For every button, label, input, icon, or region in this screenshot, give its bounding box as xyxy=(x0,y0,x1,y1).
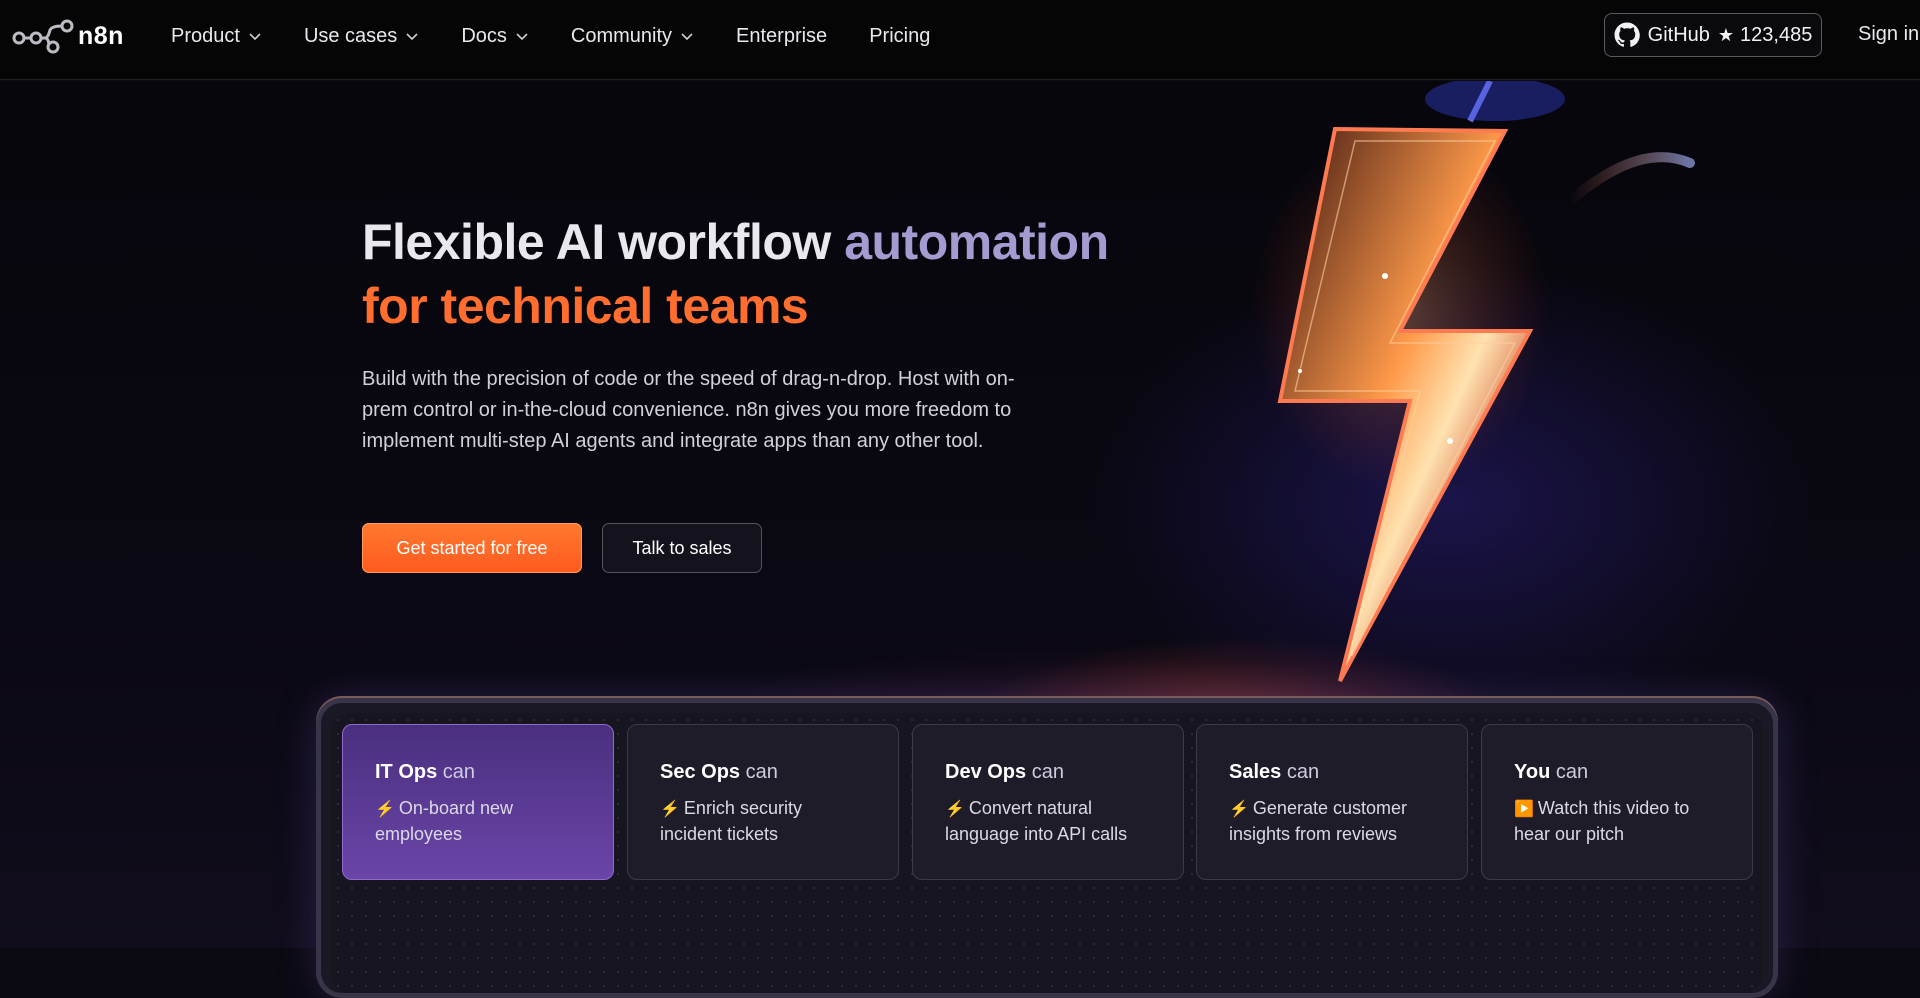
nav-community[interactable]: Community xyxy=(571,25,694,48)
card-title: IT Ops can xyxy=(375,761,583,784)
nav-use-cases[interactable]: Use cases xyxy=(304,25,419,48)
card-suffix: can xyxy=(1286,761,1320,783)
card-title: You can xyxy=(1514,761,1722,784)
use-case-card-it-ops[interactable]: IT Ops can ⚡ On-board new employees xyxy=(342,724,614,880)
sign-in-link[interactable]: Sign in xyxy=(1858,23,1919,46)
nav-product-label: Product xyxy=(171,24,240,47)
talk-to-sales-button[interactable]: Talk to sales xyxy=(602,523,762,573)
card-suffix: can xyxy=(745,761,778,783)
card-task: ⚡ Convert natural language into API calls xyxy=(945,796,1153,846)
card-task: ⚡ On-board new employees xyxy=(375,796,583,846)
n8n-logo[interactable]: n8n xyxy=(12,18,124,54)
card-task: ⚡ Enrich security incident tickets xyxy=(660,796,868,846)
lightning-icon: ⚡ xyxy=(660,801,680,818)
headline-part-3: for technical teams xyxy=(362,278,809,334)
card-role: IT Ops xyxy=(375,761,438,783)
github-icon xyxy=(1614,22,1640,47)
chevron-down-icon xyxy=(406,33,418,41)
main-menu: Product Use cases Docs Community Enterpr… xyxy=(171,0,972,72)
card-task-text: Watch this video to hear our pitch xyxy=(1514,798,1690,844)
hero-headline: Flexible AI workflow automation for tech… xyxy=(362,210,1109,338)
card-title: Dev Ops can xyxy=(945,761,1153,784)
card-role: Sales xyxy=(1229,761,1282,783)
nav-pricing[interactable]: Pricing xyxy=(869,25,930,48)
card-task-text: Generate customer insights from reviews xyxy=(1229,798,1407,844)
use-case-card-you[interactable]: You can ▶️ Watch this video to hear our p… xyxy=(1481,724,1753,880)
nav-docs-label: Docs xyxy=(461,24,507,47)
headline-part-2: automation xyxy=(844,214,1109,270)
card-task-text: Enrich security incident tickets xyxy=(660,798,802,844)
chevron-down-icon xyxy=(516,33,528,41)
nav-product[interactable]: Product xyxy=(171,25,262,48)
lightning-icon: ⚡ xyxy=(375,801,395,818)
card-role: Sec Ops xyxy=(660,761,741,783)
top-navigation: n8n Product Use cases Docs Community Ent… xyxy=(0,0,1920,80)
card-role: Dev Ops xyxy=(945,761,1027,783)
lightning-icon: ⚡ xyxy=(945,801,965,818)
nav-community-label: Community xyxy=(570,24,673,47)
github-label: GitHub xyxy=(1647,23,1710,46)
logo-text: n8n xyxy=(78,21,124,50)
use-case-card-dev-ops[interactable]: Dev Ops can ⚡ Convert natural language in… xyxy=(912,724,1184,880)
card-suffix: can xyxy=(1031,761,1064,783)
card-role: You xyxy=(1514,761,1551,783)
nav-enterprise[interactable]: Enterprise xyxy=(736,25,827,48)
card-title: Sec Ops can xyxy=(660,761,868,784)
card-task: ▶️ Watch this video to hear our pitch xyxy=(1514,796,1722,846)
card-suffix: can xyxy=(1555,761,1589,783)
card-suffix: can xyxy=(442,761,476,783)
headline-part-1: Flexible AI workflow xyxy=(362,214,831,270)
use-case-card-sec-ops[interactable]: Sec Ops can ⚡ Enrich security incident ti… xyxy=(627,724,899,880)
card-title: Sales can xyxy=(1229,761,1437,784)
lightning-icon: ⚡ xyxy=(1229,801,1249,818)
nav-enterprise-label: Enterprise xyxy=(736,24,828,47)
nav-use-cases-label: Use cases xyxy=(303,24,398,47)
get-started-button[interactable]: Get started for free xyxy=(362,523,582,573)
chevron-down-icon xyxy=(681,33,693,41)
github-stars-button[interactable]: GitHub ★ 123,485 xyxy=(1604,13,1822,57)
star-icon: ★ xyxy=(1717,24,1735,45)
use-case-card-sales[interactable]: Sales can ⚡ Generate customer insights fr… xyxy=(1196,724,1468,880)
card-task: ⚡ Generate customer insights from reviews xyxy=(1229,796,1437,846)
github-star-count: 123,485 xyxy=(1740,23,1813,46)
chevron-down-icon xyxy=(249,33,261,41)
card-task-text: On-board new employees xyxy=(375,798,513,844)
nav-docs[interactable]: Docs xyxy=(461,25,529,48)
hero-description: Build with the precision of code or the … xyxy=(362,368,1015,452)
lightning-bolt-illustration xyxy=(1240,77,1700,701)
nav-pricing-label: Pricing xyxy=(869,24,931,47)
n8n-logo-icon xyxy=(12,19,74,54)
play-video-icon: ▶️ xyxy=(1514,801,1534,818)
card-task-text: Convert natural language into API calls xyxy=(945,798,1128,844)
